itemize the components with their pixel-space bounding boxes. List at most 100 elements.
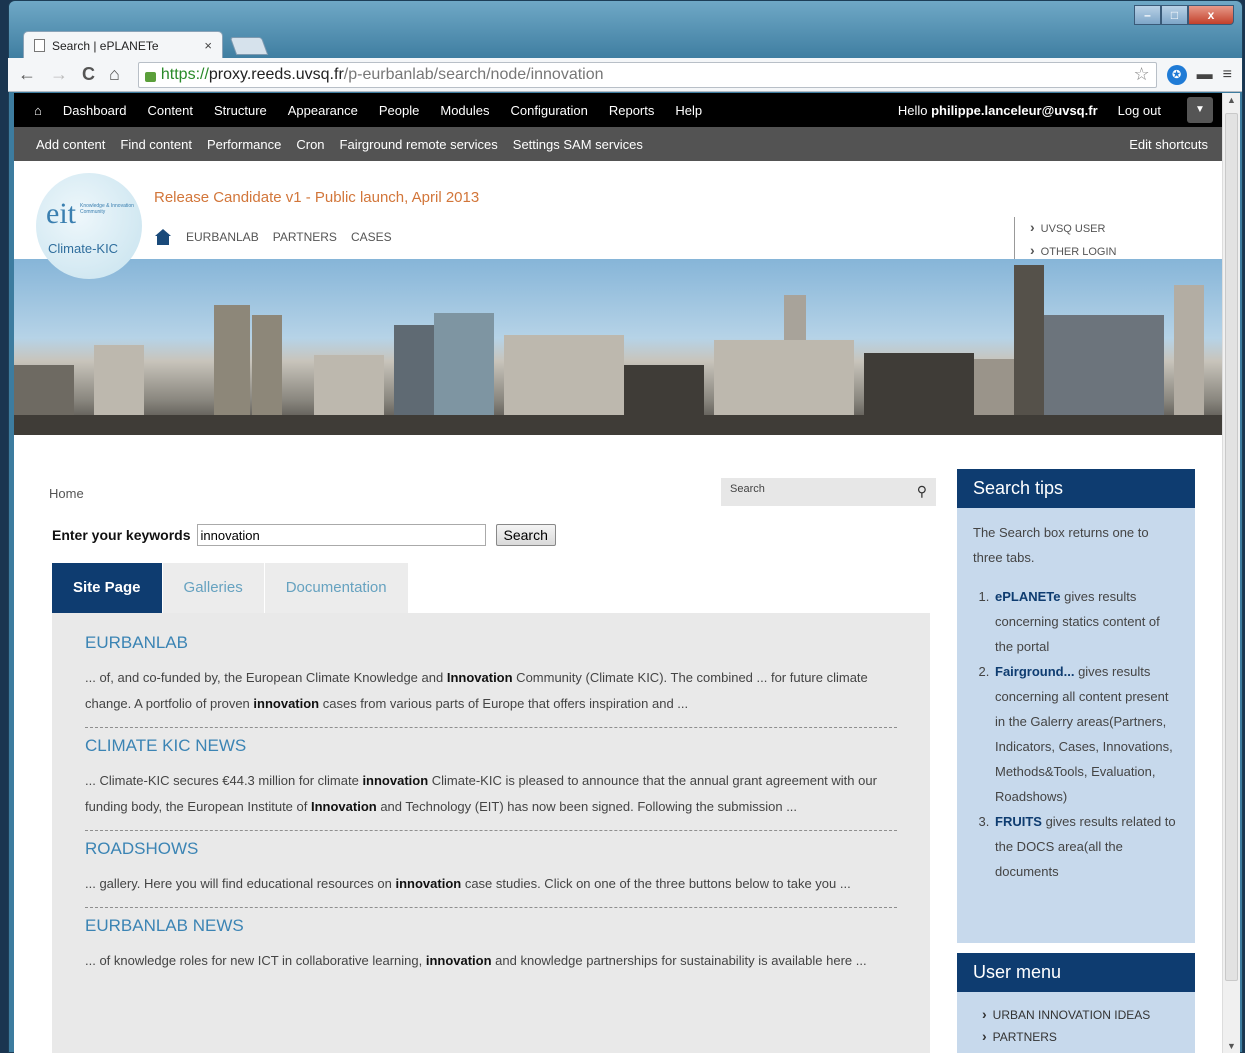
- nav-eurbanlab[interactable]: EURBANLAB: [186, 230, 259, 244]
- search-tips-list: ePLANETe gives results concerning static…: [973, 584, 1179, 884]
- site-header: eit Knowledge & Innovation Community Cli…: [14, 161, 1222, 279]
- user-menu-box: User menu URBAN INNOVATION IDEAS PARTNER…: [957, 953, 1195, 1053]
- nav-partners[interactable]: PARTNERS: [273, 230, 337, 244]
- keywords-input[interactable]: [196, 524, 486, 546]
- reload-icon[interactable]: C: [82, 64, 95, 85]
- uvsq-user-link[interactable]: UVSQ USER: [1030, 217, 1116, 240]
- admin-item-modules[interactable]: Modules: [440, 103, 489, 118]
- page-icon: [34, 39, 45, 52]
- result-tabs: Site Page Galleries Documentation: [52, 563, 409, 613]
- forward-icon[interactable]: →: [50, 64, 68, 85]
- result-snippet: ... gallery. Here you will find educatio…: [85, 876, 851, 891]
- main-content: Home Search ⚲ Enter your keywords Search…: [14, 435, 1222, 1053]
- search-results: EURBANLAB ... of, and co-funded by, the …: [52, 613, 930, 1053]
- back-icon[interactable]: ←: [18, 64, 36, 85]
- search-placeholder: Search: [730, 483, 765, 495]
- url-scheme: https://: [160, 65, 209, 83]
- tab-title: Search | ePLANETe: [52, 38, 159, 53]
- tip-item: FRUITS gives results related to the DOCS…: [993, 809, 1179, 884]
- home-icon[interactable]: ⌂: [109, 64, 120, 85]
- admin-menu-bar: ⌂ Dashboard Content Structure Appearance…: [14, 93, 1222, 127]
- admin-item-reports[interactable]: Reports: [609, 103, 655, 118]
- window-controls: – □ x: [1134, 5, 1234, 25]
- result-item: EURBANLAB NEWS ... of knowledge roles fo…: [85, 916, 897, 984]
- admin-item-people[interactable]: People: [379, 103, 419, 118]
- result-snippet: ... of, and co-funded by, the European C…: [85, 670, 868, 711]
- result-item: EURBANLAB ... of, and co-funded by, the …: [85, 633, 897, 728]
- tip-item: ePLANETe gives results concerning static…: [993, 584, 1179, 659]
- menu-icon[interactable]: ≡: [1223, 66, 1232, 84]
- eit-climate-kic-logo[interactable]: eit Knowledge & Innovation Community Cli…: [36, 173, 142, 279]
- admin-item-configuration[interactable]: Configuration: [511, 103, 588, 118]
- close-tab-icon[interactable]: ×: [204, 38, 212, 53]
- tip-item: Fairground... gives results concerning a…: [993, 659, 1179, 809]
- extension-icon[interactable]: ✪: [1166, 64, 1187, 85]
- logo-climate-kic: Climate-KIC: [48, 241, 119, 256]
- keywords-label: Enter your keywords: [52, 527, 191, 543]
- admin-item-structure[interactable]: Structure: [214, 103, 267, 118]
- hello-prefix: Hello: [897, 102, 932, 118]
- logo-eit-text: eit: [46, 197, 76, 230]
- scrollbar-thumb[interactable]: [1225, 113, 1238, 981]
- search-tips-box: Search tips The Search box returns one t…: [957, 469, 1195, 943]
- tab-strip: Search | ePLANETe ×: [23, 31, 1023, 59]
- user-menu-item[interactable]: URBAN INNOVATION IDEAS: [982, 1004, 1195, 1026]
- lock-icon: [144, 71, 156, 82]
- result-title[interactable]: ROADSHOWS: [85, 839, 897, 859]
- result-item: CLIMATE KIC NEWS ... Climate-KIC secures…: [85, 736, 897, 831]
- tab-documentation[interactable]: Documentation: [264, 563, 408, 613]
- scroll-down-icon[interactable]: ▼: [1227, 1041, 1236, 1051]
- user-menu-title: User menu: [957, 953, 1195, 992]
- login-links: UVSQ USER OTHER LOGIN: [1014, 217, 1116, 263]
- release-notice: Release Candidate v1 - Public launch, Ap…: [154, 189, 480, 206]
- shortcut-fairground[interactable]: Fairground remote services: [340, 137, 498, 152]
- edit-shortcuts-link[interactable]: Edit shortcuts: [1129, 137, 1208, 152]
- page-viewport: ⌂ Dashboard Content Structure Appearance…: [14, 93, 1222, 1053]
- main-nav: EURBANLAB PARTNERS CASES: [154, 229, 406, 245]
- shortcut-settings-sam[interactable]: Settings SAM services: [513, 137, 643, 152]
- shortcut-performance[interactable]: Performance: [207, 137, 281, 152]
- admin-item-help[interactable]: Help: [675, 103, 702, 118]
- header-search-input[interactable]: Search ⚲: [721, 478, 936, 506]
- shortcut-find-content[interactable]: Find content: [120, 137, 192, 152]
- nav-cases[interactable]: CASES: [351, 230, 392, 244]
- shortcut-add-content[interactable]: Add content: [36, 137, 105, 152]
- tab-galleries[interactable]: Galleries: [162, 563, 264, 613]
- admin-item-content[interactable]: Content: [147, 103, 193, 118]
- search-button[interactable]: Search: [495, 524, 556, 546]
- shortcut-cron[interactable]: Cron: [296, 137, 324, 152]
- hello-user: Hello philippe.lanceleur@uvsq.fr: [898, 103, 1098, 118]
- url-path: /p-eurbanlab/search/node/innovation: [343, 65, 604, 83]
- browser-toolbar: ← → C ⌂ https:// proxy.reeds.uvsq.fr /p-…: [8, 58, 1242, 92]
- user-name[interactable]: philippe.lanceleur@uvsq.fr: [931, 103, 1098, 118]
- bookmark-star-icon[interactable]: ☆: [1134, 64, 1150, 85]
- tab-site-page[interactable]: Site Page: [52, 563, 162, 613]
- shortcuts-toggle-icon[interactable]: ▼: [1187, 97, 1213, 123]
- home-nav-icon[interactable]: [154, 229, 172, 245]
- scroll-up-icon[interactable]: ▲: [1227, 95, 1236, 105]
- shortcuts-bar: Add content Find content Performance Cro…: [14, 127, 1222, 161]
- result-title[interactable]: EURBANLAB: [85, 633, 897, 653]
- search-tips-intro: The Search box returns one to three tabs…: [973, 525, 1149, 565]
- city-panorama-banner: [14, 259, 1222, 435]
- close-window-button[interactable]: x: [1188, 5, 1234, 25]
- vertical-scrollbar[interactable]: ▲ ▼: [1222, 93, 1240, 1053]
- admin-item-dashboard[interactable]: Dashboard: [63, 103, 127, 118]
- breadcrumb[interactable]: Home: [49, 486, 84, 501]
- cast-icon[interactable]: ▬: [1197, 66, 1213, 84]
- logo-tagline: Knowledge & Innovation Community: [80, 203, 134, 215]
- new-tab-button[interactable]: [229, 37, 269, 55]
- result-item: ROADSHOWS ... gallery. Here you will fin…: [85, 839, 897, 908]
- result-title[interactable]: CLIMATE KIC NEWS: [85, 736, 897, 756]
- admin-home-icon[interactable]: ⌂: [34, 103, 42, 118]
- user-menu-item[interactable]: PARTNERS: [982, 1026, 1195, 1048]
- logout-link[interactable]: Log out: [1118, 103, 1161, 118]
- search-icon[interactable]: ⚲: [917, 483, 927, 501]
- result-title[interactable]: EURBANLAB NEWS: [85, 916, 897, 936]
- minimize-button[interactable]: –: [1134, 5, 1161, 25]
- address-bar[interactable]: https:// proxy.reeds.uvsq.fr /p-eurbanla…: [137, 61, 1157, 88]
- admin-item-appearance[interactable]: Appearance: [288, 103, 358, 118]
- maximize-button[interactable]: □: [1161, 5, 1188, 25]
- result-snippet: ... of knowledge roles for new ICT in co…: [85, 953, 867, 968]
- browser-tab[interactable]: Search | ePLANETe ×: [23, 31, 223, 59]
